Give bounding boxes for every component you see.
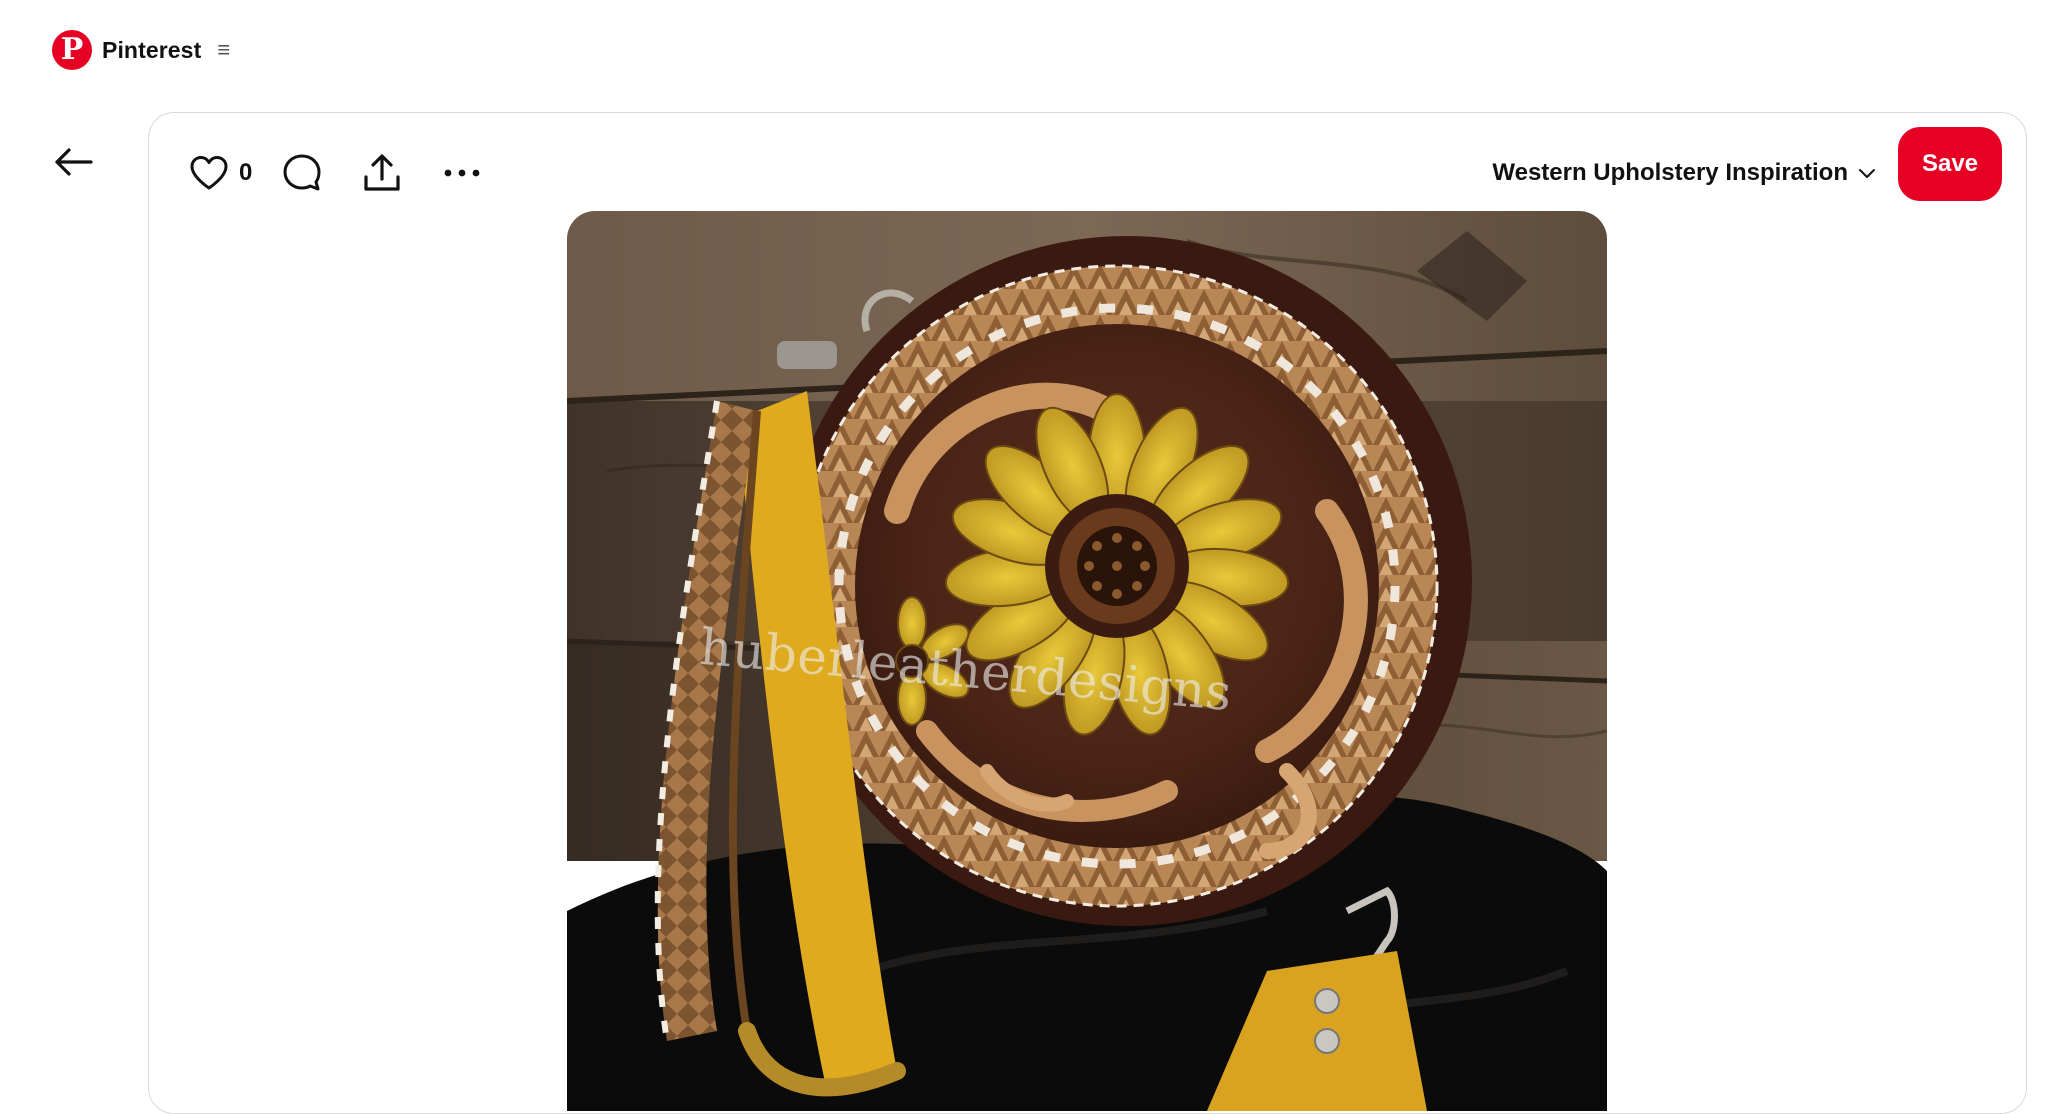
menu-icon[interactable]: ≡ bbox=[217, 37, 230, 63]
share-button[interactable] bbox=[362, 149, 402, 197]
like-count: 0 bbox=[239, 159, 253, 186]
comment-icon bbox=[283, 154, 321, 191]
board-name: Western Upholstery Inspiration bbox=[1492, 159, 1848, 186]
pin-action-bar: 0 bbox=[189, 143, 482, 203]
more-icon bbox=[444, 169, 480, 177]
board-selector[interactable]: Western Upholstery Inspiration bbox=[1492, 147, 1876, 199]
back-button[interactable] bbox=[48, 140, 98, 184]
share-icon bbox=[364, 154, 400, 191]
like-button[interactable] bbox=[189, 149, 229, 197]
brand-name[interactable]: Pinterest bbox=[102, 37, 201, 64]
more-options-button[interactable] bbox=[442, 149, 482, 197]
pin-image[interactable]: huberleatherdesigns bbox=[567, 211, 1607, 1111]
back-arrow-icon bbox=[55, 148, 93, 176]
comment-button[interactable] bbox=[282, 149, 322, 197]
heart-icon bbox=[190, 156, 228, 190]
top-bar: P Pinterest ≡ bbox=[52, 30, 230, 70]
pinterest-logo-icon[interactable]: P bbox=[52, 30, 92, 70]
chevron-down-icon bbox=[1859, 169, 1875, 178]
pin-card: 0 Western Upholstery Inspiration Save hu… bbox=[148, 112, 2027, 1114]
save-button[interactable]: Save bbox=[1898, 127, 2002, 201]
